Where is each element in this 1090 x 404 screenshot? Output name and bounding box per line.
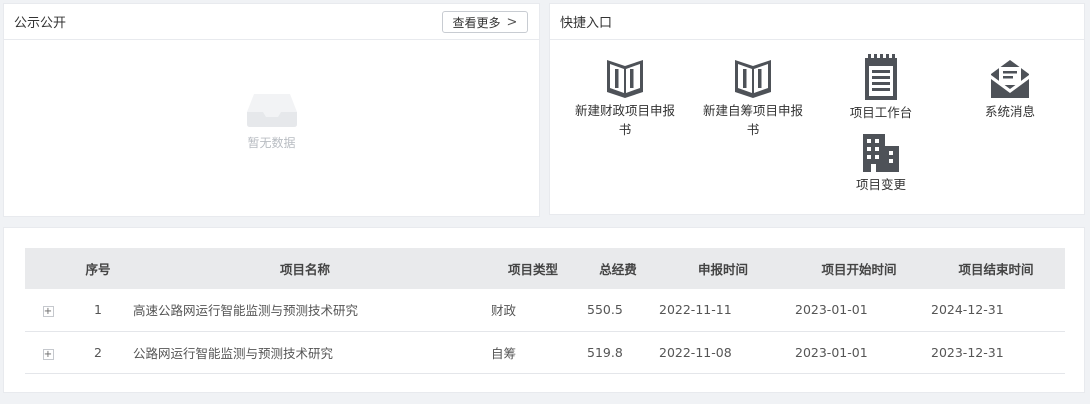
header-apply-date[interactable]: 申报时间 [655, 248, 791, 289]
building-icon [863, 134, 899, 172]
cell-apply-date: 2022-11-08 [659, 344, 732, 360]
view-more-button[interactable]: 查看更多 > [442, 11, 528, 33]
empty-state: 暂无数据 [4, 90, 539, 151]
notice-panel: 公示公开 查看更多 > 暂无数据 [3, 3, 540, 217]
project-table: 序号 项目名称 项目类型 总经费 申报时间 项目开始时间 项目结束时间 + 1 … [25, 248, 1065, 374]
view-more-label: 查看更多 [452, 15, 501, 30]
project-table-panel: 序号 项目名称 项目类型 总经费 申报时间 项目开始时间 项目结束时间 + 1 … [3, 227, 1085, 393]
header-expand [25, 248, 71, 289]
expand-row-button[interactable]: + [42, 306, 54, 318]
table-row[interactable]: + 1 高速公路网运行智能监测与预测技术研究 财政 550.5 2022-11-… [25, 289, 1065, 331]
cell-start-date: 2023-01-01 [795, 302, 868, 318]
expand-row-button[interactable]: + [42, 348, 54, 360]
cell-index: 2 [94, 344, 102, 360]
notice-header: 公示公开 查看更多 > [4, 4, 539, 40]
cell-budget: 519.8 [587, 344, 623, 360]
quick-new-selffunded-proposal-label: 新建自筹项目申报书 [702, 103, 803, 137]
quick-new-fiscal-proposal[interactable]: 新建财政项目申报书 [565, 56, 685, 139]
chevron-right-icon: > [506, 14, 518, 30]
empty-inbox-icon [246, 94, 297, 127]
book-icon [607, 60, 643, 98]
table-header-row: 序号 项目名称 项目类型 总经费 申报时间 项目开始时间 项目结束时间 [25, 248, 1065, 289]
cell-project-type: 自筹 [491, 345, 517, 361]
quick-title: 快捷入口 [560, 16, 613, 31]
cell-end-date: 2023-12-31 [931, 344, 1004, 360]
empty-text: 暂无数据 [247, 136, 296, 150]
quick-new-selffunded-proposal[interactable]: 新建自筹项目申报书 [693, 56, 813, 139]
notice-title: 公示公开 [14, 16, 67, 31]
envelope-icon [991, 60, 1029, 98]
header-end-date[interactable]: 项目结束时间 [927, 248, 1065, 289]
cell-apply-date: 2022-11-11 [659, 302, 732, 318]
cell-project-type: 财政 [491, 303, 517, 319]
quick-new-fiscal-proposal-label: 新建财政项目申报书 [574, 103, 675, 137]
cell-budget: 550.5 [587, 302, 623, 318]
quick-system-messages[interactable]: 系统消息 [950, 59, 1070, 121]
cell-start-date: 2023-01-01 [795, 344, 868, 360]
quick-system-messages-label: 系统消息 [984, 104, 1035, 119]
header-index[interactable]: 序号 [71, 248, 125, 289]
header-start-date[interactable]: 项目开始时间 [791, 248, 927, 289]
book-icon [735, 60, 771, 98]
header-project-name[interactable]: 项目名称 [125, 248, 485, 289]
cell-project-name: 高速公路网运行智能监测与预测技术研究 [133, 303, 359, 319]
quick-project-workbench[interactable]: 项目工作台 [821, 54, 941, 122]
notepad-icon [865, 54, 897, 100]
quick-header: 快捷入口 [550, 4, 1084, 40]
header-budget[interactable]: 总经费 [581, 248, 655, 289]
cell-end-date: 2024-12-31 [931, 302, 1004, 318]
table-row[interactable]: + 2 公路网运行智能监测与预测技术研究 自筹 519.8 2022-11-08… [25, 331, 1065, 373]
cell-project-name: 公路网运行智能监测与预测技术研究 [133, 345, 334, 361]
quick-project-workbench-label: 项目工作台 [849, 105, 913, 120]
quick-access-panel: 快捷入口 新建财政项目申报书 新建自筹项目申报书 项目工作台 系统消息 项目变更 [549, 3, 1085, 215]
header-project-type[interactable]: 项目类型 [485, 248, 581, 289]
quick-project-change-label: 项目变更 [855, 177, 906, 192]
cell-index: 1 [94, 302, 102, 318]
quick-project-change[interactable]: 项目变更 [821, 132, 941, 194]
